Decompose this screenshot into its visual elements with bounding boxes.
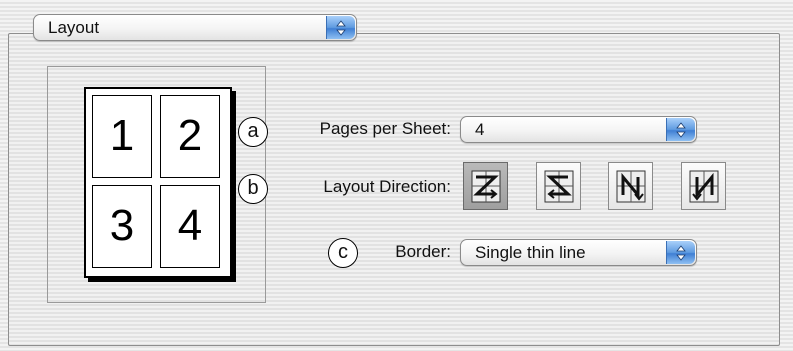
preview-page: 3: [92, 185, 152, 268]
direction-n-button[interactable]: [608, 162, 653, 210]
preview-page: 2: [160, 95, 220, 178]
s-right-left-top-bottom-icon: [544, 170, 574, 203]
up-down-arrows-icon: [326, 16, 355, 39]
n-top-bottom-right-left-icon: [689, 170, 719, 203]
border-popup[interactable]: Single thin line: [460, 239, 697, 266]
panel-selector-popup[interactable]: Layout: [33, 14, 357, 41]
callout-a: a: [238, 117, 268, 147]
pages-per-sheet-label: Pages per Sheet:: [319, 119, 451, 138]
direction-n-reversed-button[interactable]: [681, 162, 726, 210]
layout-direction-label: Layout Direction:: [323, 177, 451, 196]
preview-page: 1: [92, 95, 152, 178]
border-value: Single thin line: [475, 243, 586, 262]
panel-selector-value: Layout: [48, 18, 100, 37]
pages-per-sheet-value: 4: [475, 120, 485, 139]
callout-c: c: [328, 238, 358, 268]
border-label: Border:: [395, 242, 451, 261]
n-top-bottom-left-right-icon: [616, 170, 646, 203]
z-left-right-top-bottom-icon: [471, 170, 501, 203]
direction-z-button[interactable]: [463, 162, 508, 210]
sheet-preview: 1 2 3 4: [84, 87, 232, 278]
callout-b: b: [238, 174, 268, 204]
up-down-arrows-icon: [666, 118, 695, 141]
direction-s-button[interactable]: [536, 162, 581, 210]
up-down-arrows-icon: [666, 241, 695, 264]
pages-per-sheet-popup[interactable]: 4: [460, 116, 697, 143]
preview-page: 4: [160, 185, 220, 268]
